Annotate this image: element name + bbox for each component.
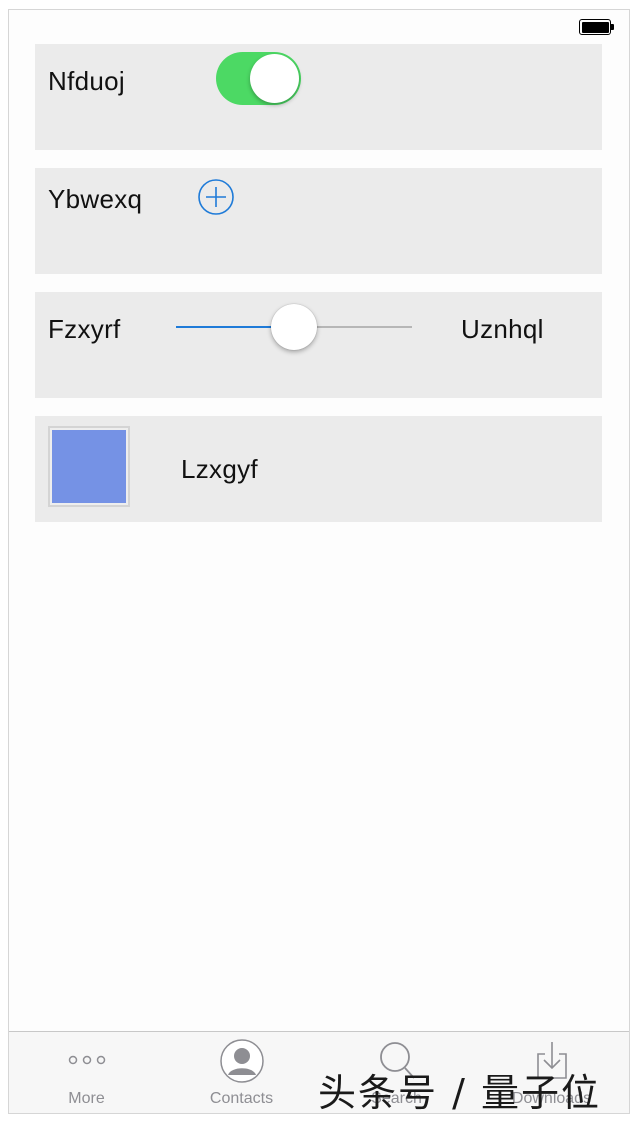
plus-circle-icon (198, 179, 234, 215)
value-slider[interactable] (176, 302, 412, 352)
slider-thumb[interactable] (271, 304, 317, 350)
switch-row: Nfduoj (35, 44, 602, 150)
add-row-label: Ybwexq (48, 184, 143, 214)
tab-contacts[interactable]: Contacts (164, 1032, 319, 1114)
tab-more-label: More (68, 1090, 105, 1107)
battery-icon (579, 19, 615, 35)
switch-row-label: Nfduoj (48, 66, 125, 96)
tab-contacts-label: Contacts (209, 1090, 274, 1107)
slider-value-label: Uznhql (461, 314, 544, 344)
more-icon (65, 1038, 109, 1083)
add-button[interactable] (197, 178, 235, 216)
slider-row-label: Fzxyrf (48, 314, 121, 344)
add-row: Ybwexq (35, 168, 602, 274)
contacts-icon (219, 1038, 265, 1089)
color-row: Lzxgyf (35, 416, 602, 522)
color-swatch-fill (52, 430, 126, 503)
slider-row: Fzxyrf Uznhql (35, 292, 602, 398)
toggle-knob (250, 54, 299, 103)
color-row-label: Lzxgyf (181, 454, 258, 484)
toggle-switch[interactable] (216, 52, 301, 105)
watermark-text: 头条号 / 量子位 (318, 1071, 601, 1115)
color-swatch[interactable] (48, 426, 130, 507)
tab-more[interactable]: More (9, 1032, 164, 1114)
